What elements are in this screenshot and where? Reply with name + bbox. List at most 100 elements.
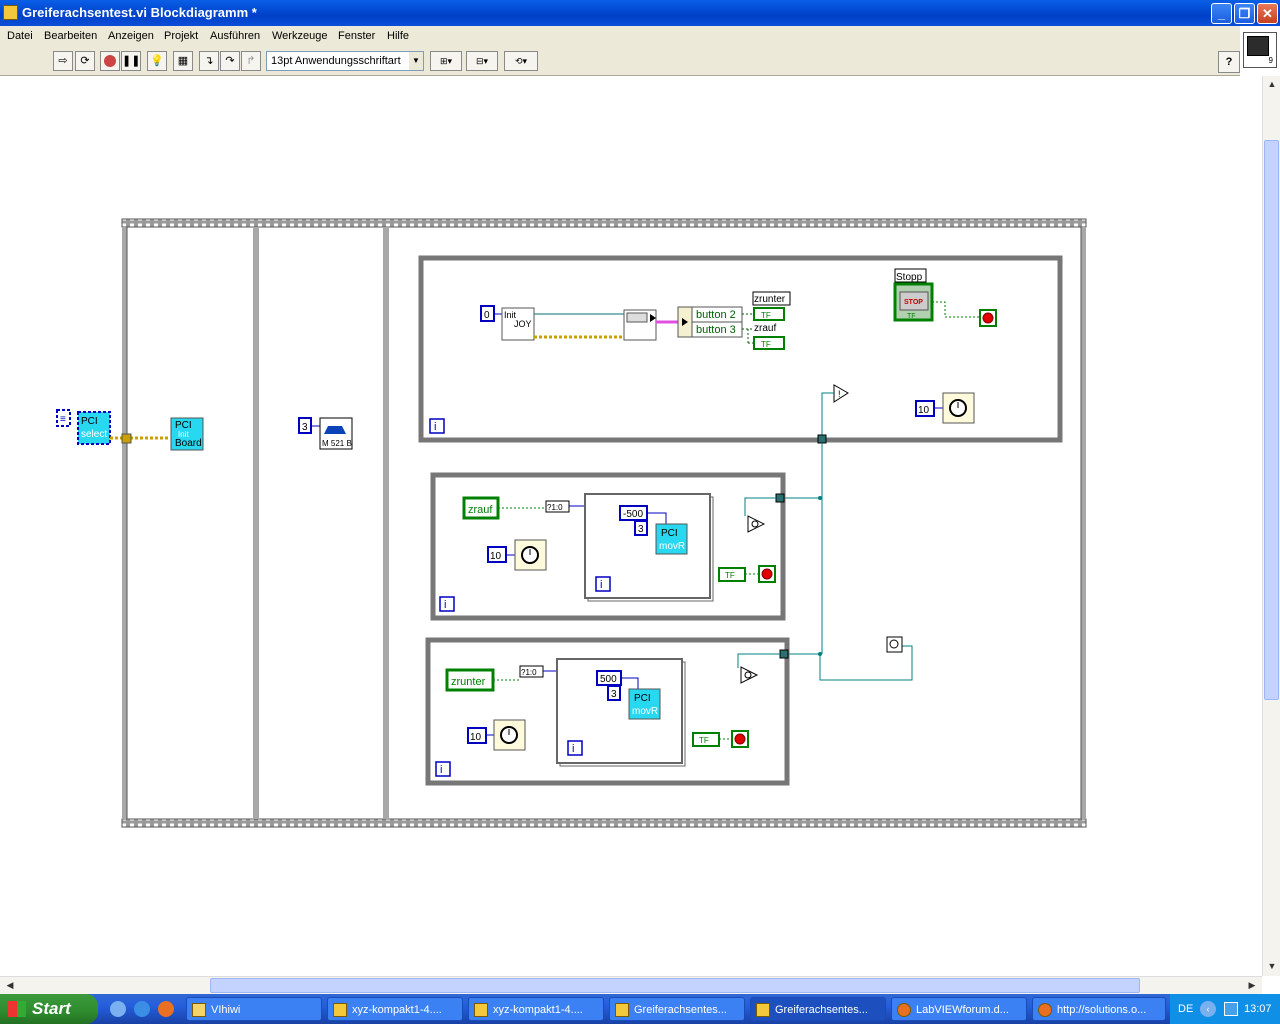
task-solutions[interactable]: http://solutions.o... bbox=[1032, 997, 1166, 1021]
select-icon-2[interactable] bbox=[747, 515, 766, 533]
font-selector[interactable]: 13pt Anwendungsschriftart ▼ bbox=[266, 51, 424, 71]
unbundle-by-name[interactable]: button 2 button 3 bbox=[677, 306, 743, 338]
select-icon-3[interactable] bbox=[740, 666, 759, 684]
task-greiferachsentest-fp[interactable]: Greiferachsentes... bbox=[609, 997, 745, 1021]
start-button[interactable]: Start bbox=[0, 994, 98, 1024]
reorder-dropdown[interactable]: ⟲▾ bbox=[504, 51, 538, 71]
pci-select-subvi[interactable]: ≡ PCI select bbox=[56, 409, 111, 445]
retain-wire-values-icon[interactable]: ▦ bbox=[173, 51, 193, 71]
vertical-scrollbar[interactable]: ▲ ▼ bbox=[1262, 76, 1280, 976]
scroll-right-icon[interactable]: ▶ bbox=[1244, 977, 1260, 993]
pause-icon[interactable]: ❚❚ bbox=[121, 51, 141, 71]
horizontal-scrollbar[interactable]: ◀ ▶ bbox=[0, 976, 1262, 994]
show-desktop-icon[interactable] bbox=[110, 1001, 126, 1017]
iteration-terminal-2 bbox=[439, 596, 455, 612]
menu-werkzeuge[interactable]: Werkzeuge bbox=[272, 30, 327, 42]
clock[interactable]: 13:07 bbox=[1244, 994, 1272, 1024]
chevron-down-icon: ▼ bbox=[409, 52, 423, 70]
iteration-terminal-for-2 bbox=[595, 576, 611, 592]
stop-button-text: STOP bbox=[904, 299, 923, 306]
task-labviewforum[interactable]: LabVIEWforum.d... bbox=[891, 997, 1027, 1021]
iteration-terminal-1-label: i bbox=[434, 421, 436, 433]
menu-bearbeiten[interactable]: Bearbeiten bbox=[44, 30, 97, 42]
loop-condition-stop-3[interactable] bbox=[731, 730, 749, 748]
wait-constant-1-value: 10 bbox=[918, 405, 930, 416]
wait-ms-icon-3[interactable] bbox=[493, 719, 526, 751]
minimize-button[interactable]: _ bbox=[1211, 3, 1232, 24]
svg-text:!: ! bbox=[838, 389, 841, 399]
zrauf-local-variable[interactable]: zrauf bbox=[462, 496, 500, 520]
horizontal-scroll-thumb[interactable] bbox=[210, 978, 1140, 993]
scroll-left-icon[interactable]: ◀ bbox=[2, 977, 18, 993]
zrunter-local-variable[interactable]: zrunter bbox=[445, 668, 495, 692]
init-joystick-subvi[interactable]: Init JOY bbox=[501, 307, 535, 341]
menu-datei[interactable]: Datei bbox=[7, 30, 33, 42]
axis-constant-value: 3 bbox=[302, 422, 308, 433]
abort-icon[interactable] bbox=[100, 51, 120, 71]
task-xyz-kompakt-1[interactable]: xyz-kompakt1-4.... bbox=[327, 997, 463, 1021]
internet-explorer-icon[interactable] bbox=[134, 1001, 150, 1017]
language-indicator[interactable]: DE bbox=[1178, 994, 1193, 1024]
zrunter-indicator[interactable]: TF bbox=[753, 307, 785, 321]
zrauf-local-label: zrauf bbox=[468, 504, 493, 516]
task-xyz-kompakt-2[interactable]: xyz-kompakt1-4.... bbox=[468, 997, 604, 1021]
menu-hilfe[interactable]: Hilfe bbox=[387, 30, 409, 42]
joystick-index-value: 0 bbox=[484, 310, 490, 321]
system-tray: DE ‹ 13:07 bbox=[1170, 994, 1280, 1024]
labview-icon bbox=[333, 1003, 347, 1017]
menu-fenster[interactable]: Fenster bbox=[338, 30, 375, 42]
pci-movr-subvi-2[interactable]: PCI movR bbox=[655, 523, 688, 555]
close-button[interactable]: ✕ bbox=[1257, 3, 1278, 24]
menu-ausfuehren[interactable]: Ausführen bbox=[210, 30, 260, 42]
vi-icon-graphic bbox=[1247, 36, 1269, 56]
wait-ms-icon-1[interactable] bbox=[942, 392, 975, 424]
iteration-terminal-2-label: i bbox=[444, 599, 446, 611]
menu-anzeigen[interactable]: Anzeigen bbox=[108, 30, 154, 42]
m521b-subvi[interactable]: M 521 B bbox=[319, 417, 353, 450]
tray-expand-icon[interactable]: ‹ bbox=[1200, 1001, 1216, 1017]
step-into-icon[interactable]: ↴ bbox=[199, 51, 219, 71]
step-out-icon[interactable]: ↱ bbox=[241, 51, 261, 71]
zrunter-indicator-type: TF bbox=[761, 311, 771, 320]
wait-ms-icon-2[interactable] bbox=[514, 539, 547, 571]
scroll-down-icon[interactable]: ▼ bbox=[1264, 958, 1280, 974]
iteration-terminal-3-label: i bbox=[440, 764, 442, 776]
or-gate-icon[interactable] bbox=[886, 636, 903, 653]
maximize-button[interactable]: ❐ bbox=[1234, 3, 1255, 24]
vi-connector-pane-icon[interactable]: 9 bbox=[1243, 32, 1277, 68]
task-vihiwi[interactable]: VIhiwi bbox=[186, 997, 322, 1021]
pci-select-label-2: select bbox=[81, 429, 107, 440]
false-constant-3[interactable]: TF bbox=[692, 732, 720, 747]
iteration-terminal-for-3-label: i bbox=[572, 743, 574, 755]
loop-condition-stop-1[interactable] bbox=[979, 309, 997, 327]
pci-movr-subvi-3[interactable]: PCI movR bbox=[628, 688, 661, 720]
pci-select-label-1: PCI bbox=[81, 416, 98, 427]
labview-app-icon[interactable] bbox=[3, 5, 18, 20]
network-icon[interactable] bbox=[1224, 1002, 1238, 1016]
loop-condition-stop-2[interactable] bbox=[758, 565, 776, 583]
step-over-icon[interactable]: ↷ bbox=[220, 51, 240, 71]
stopp-button-control[interactable]: STOP TF bbox=[893, 282, 934, 322]
task-greiferachsentest-bd[interactable]: Greiferachsentes... bbox=[750, 997, 886, 1021]
iteration-terminal-for-3 bbox=[567, 740, 583, 756]
highlight-execution-icon[interactable]: 💡 bbox=[147, 51, 167, 71]
distance-constant-3-value: 500 bbox=[600, 674, 617, 685]
run-continuously-icon[interactable]: ⟳ bbox=[75, 51, 95, 71]
vertical-scroll-thumb[interactable] bbox=[1264, 140, 1279, 700]
run-arrow-icon[interactable]: ⇨ bbox=[53, 51, 73, 71]
scroll-up-icon[interactable]: ▲ bbox=[1264, 76, 1280, 92]
acquire-input-subvi[interactable] bbox=[623, 309, 657, 341]
firefox-icon[interactable] bbox=[158, 1001, 174, 1017]
align-objects-dropdown[interactable]: ⊞▾ bbox=[430, 51, 462, 71]
pci-init-board-subvi[interactable]: PCI Init Board bbox=[170, 417, 204, 451]
menu-projekt[interactable]: Projekt bbox=[164, 30, 198, 42]
connector-pane-number: 9 bbox=[1268, 56, 1273, 65]
zrauf-indicator[interactable]: TF bbox=[753, 336, 785, 350]
not-function-icon[interactable] bbox=[833, 384, 849, 403]
context-help-button[interactable]: ? bbox=[1218, 51, 1240, 73]
false-constant-2[interactable]: TF bbox=[718, 567, 746, 582]
distribute-objects-dropdown[interactable]: ⊟▾ bbox=[466, 51, 498, 71]
title-bar: Greiferachsentest.vi Blockdiagramm * _ ❐… bbox=[0, 0, 1280, 26]
block-diagram-canvas[interactable]: ≡ PCI select PCI Init Board 3 M 521 B i … bbox=[0, 76, 1262, 976]
toolbar: ⇨ ⟳ ❚❚ 💡 ▦ ↴ ↷ ↱ 13pt Anwendungsschrifta… bbox=[0, 46, 1240, 76]
